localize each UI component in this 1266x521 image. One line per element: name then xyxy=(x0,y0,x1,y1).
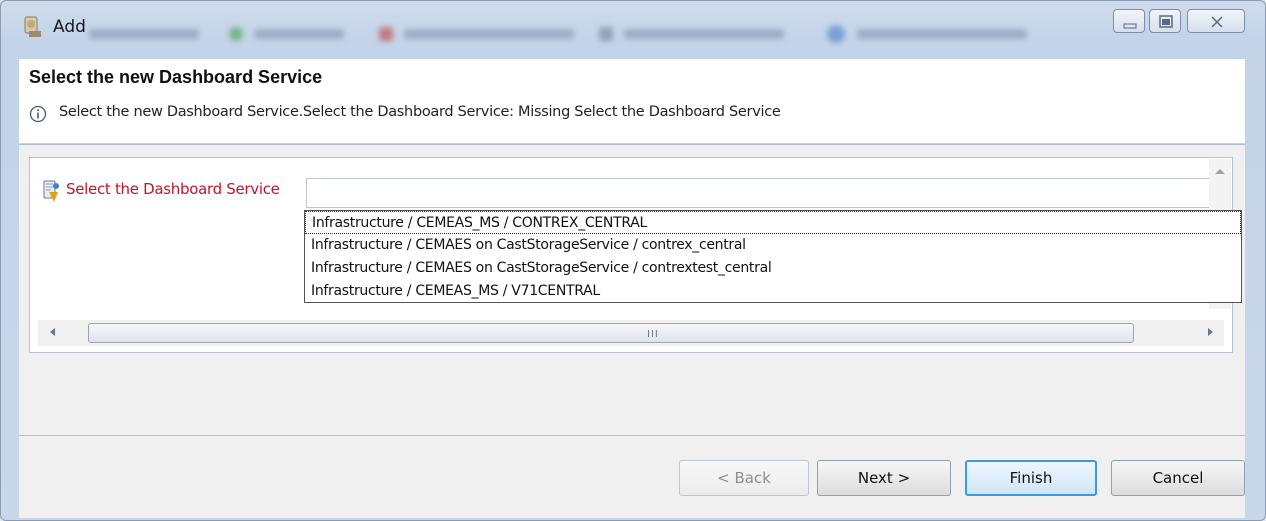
title-bar: Add xyxy=(1,1,1265,53)
maximize-icon xyxy=(1159,15,1173,28)
dropdown-option[interactable]: Infrastructure / CEMEAS_MS / CONTREX_CEN… xyxy=(305,211,1241,234)
back-button[interactable]: < Back xyxy=(679,460,809,496)
info-icon xyxy=(29,105,47,123)
minimize-icon xyxy=(1123,23,1137,29)
wizard-footer: < Back Next > Finish Cancel xyxy=(19,436,1245,518)
dropdown-option[interactable]: Infrastructure / CEMEAS_MS / V71CENTRAL xyxy=(305,280,1241,303)
background-toolbar-blur xyxy=(89,25,1049,45)
page-title: Select the new Dashboard Service xyxy=(29,67,323,87)
wizard-header: Select the new Dashboard Service Select … xyxy=(19,59,1245,143)
scroll-grip: III xyxy=(647,329,659,340)
next-button[interactable]: Next > xyxy=(817,460,951,496)
window-bottom-frame xyxy=(1,518,1265,520)
scroll-left-icon[interactable] xyxy=(50,328,55,336)
dashboard-service-icon xyxy=(43,180,59,202)
form-panel: Select the Dashboard Service Infrastruct… xyxy=(29,157,1242,353)
horizontal-scroll-thumb[interactable]: III xyxy=(88,323,1134,343)
cancel-button[interactable]: Cancel xyxy=(1111,460,1245,496)
horizontal-scrollbar[interactable]: III xyxy=(38,320,1224,346)
dashboard-service-dropdown: Infrastructure / CEMEAS_MS / CONTREX_CEN… xyxy=(304,210,1242,303)
wizard-content: Select the Dashboard Service Infrastruct… xyxy=(19,145,1245,435)
info-message: Select the new Dashboard Service.Select … xyxy=(59,104,781,120)
dropdown-option[interactable]: Infrastructure / CEMAES on CastStorageSe… xyxy=(305,234,1241,257)
dropdown-option[interactable]: Infrastructure / CEMAES on CastStorageSe… xyxy=(305,257,1241,280)
dashboard-service-combo[interactable] xyxy=(306,178,1218,208)
scroll-up-icon[interactable] xyxy=(1215,169,1225,174)
scroll-right-icon[interactable] xyxy=(1208,328,1213,336)
dashboard-service-label: Select the Dashboard Service xyxy=(66,180,280,198)
wizard-window: Add Select the new Dashboard Service Sel… xyxy=(0,0,1266,521)
maximize-button[interactable] xyxy=(1149,9,1181,33)
close-button[interactable] xyxy=(1187,9,1245,33)
finish-button[interactable]: Finish xyxy=(965,460,1097,496)
close-icon xyxy=(1211,16,1223,28)
window-title: Add xyxy=(53,17,86,37)
minimize-button[interactable] xyxy=(1113,9,1145,33)
app-icon xyxy=(24,16,41,37)
